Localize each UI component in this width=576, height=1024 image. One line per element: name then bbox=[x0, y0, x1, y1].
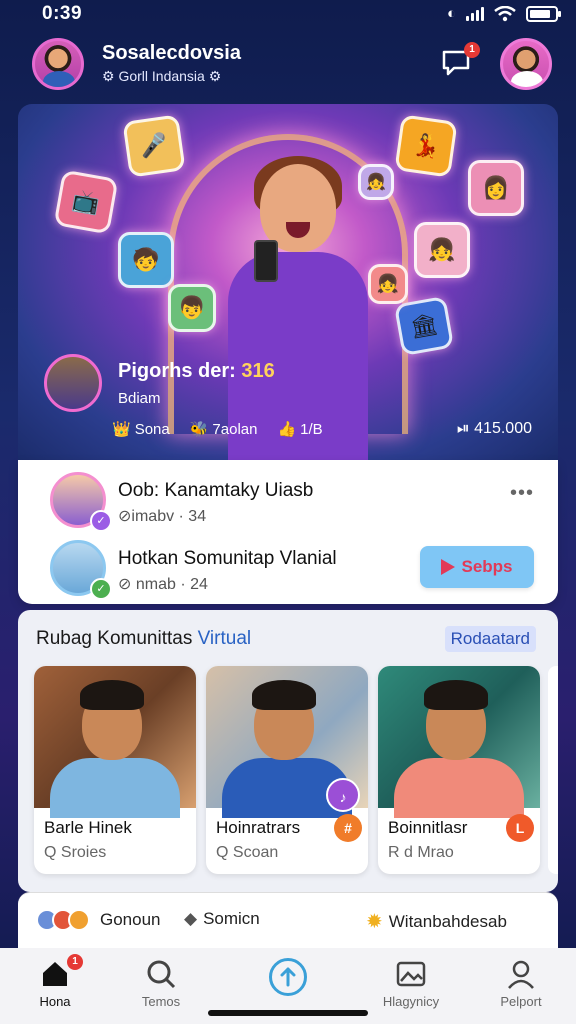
media-tile-icon: 👧 bbox=[414, 222, 470, 278]
play-button-label: Sebps bbox=[461, 557, 513, 576]
status-icons: ◐ bbox=[446, 5, 561, 22]
privacy-icon: ◐ bbox=[446, 5, 456, 22]
see-all-link[interactable]: Rodaatard bbox=[444, 626, 536, 652]
status-time: 0:39 bbox=[42, 3, 83, 24]
video-card[interactable]: Barle Hinek Q Sroies bbox=[34, 666, 196, 874]
search-icon bbox=[147, 960, 176, 989]
signal-icon bbox=[466, 6, 484, 21]
person-icon bbox=[508, 960, 534, 989]
media-tile-icon: 🎤 bbox=[122, 114, 186, 178]
upload-icon bbox=[280, 967, 296, 987]
video-card[interactable]: ♪ Hoinratrars Q Scoan # bbox=[206, 666, 368, 874]
orange-badge-icon: # bbox=[334, 814, 362, 842]
video-card-title: Boinnitlasr bbox=[388, 818, 468, 837]
orange-badge-icon: L bbox=[506, 814, 534, 842]
community-list: ✓ Oob: Kanamtaky Uiasb ⊘imabv · 34 ••• ✓… bbox=[18, 460, 558, 604]
media-tile-icon: 👦 bbox=[168, 284, 216, 332]
battery-icon bbox=[526, 5, 561, 22]
tab-label: Hona bbox=[39, 994, 71, 1009]
video-card-meta: Q Scoan bbox=[216, 844, 279, 861]
strip-label: Somicn bbox=[203, 909, 260, 928]
hero-stats: 👑 Sona 🐝 7aolan 👍 1/B bbox=[112, 420, 323, 438]
tab-search[interactable]: Temos bbox=[116, 958, 206, 1009]
video-card[interactable]: Boinnitlasr R d Mrao L bbox=[378, 666, 540, 874]
activity-strip: Gonoun ◆ Somicn ✹ Witanbahdesab bbox=[18, 892, 558, 948]
media-tile-icon: 📺 bbox=[53, 169, 119, 235]
status-bar: 0:39 ◐ bbox=[0, 0, 576, 28]
video-card-meta: Q Sroies bbox=[44, 844, 107, 861]
verified-badge-icon: ✓ bbox=[90, 578, 112, 600]
media-tile-icon: 🧒 bbox=[118, 232, 174, 288]
tab-profile[interactable]: Pelport bbox=[476, 958, 566, 1009]
tab-create[interactable] bbox=[243, 958, 333, 1000]
hero-label: Pigorhs der: 316 bbox=[118, 360, 275, 382]
profile-avatar[interactable] bbox=[32, 38, 84, 90]
app-title: Sosalecdovsia bbox=[102, 42, 241, 64]
home-indicator[interactable] bbox=[208, 1010, 368, 1016]
tab-label: Pelport bbox=[500, 994, 542, 1009]
media-tile-icon: 💃 bbox=[394, 114, 458, 178]
section-title: Rubag Komunittas Virtual bbox=[36, 628, 252, 649]
more-options-button[interactable]: ••• bbox=[510, 482, 534, 505]
hero-subtitle: Bdiam bbox=[118, 390, 161, 407]
header: Sosalecdovsia ⚙ Gorll Indansia ⚙ 1 bbox=[0, 36, 576, 96]
stat-item: 👍 1/B bbox=[277, 421, 323, 438]
strip-label: Gonoun bbox=[100, 910, 161, 929]
virtual-community-section: Rubag Komunittas Virtual Rodaatard Barle… bbox=[18, 610, 558, 892]
phone-icon bbox=[254, 240, 278, 282]
list-item[interactable]: ✓ Hotkan Somunitap Vlanial ⊘ nmab · 24 S… bbox=[18, 532, 558, 600]
media-tile-icon: 👧 bbox=[368, 264, 408, 304]
friend-avatars bbox=[36, 909, 90, 931]
list-item-title: Oob: Kanamtaky Uiasb bbox=[118, 480, 314, 501]
list-item-meta: ⊘imabv · 34 bbox=[118, 508, 207, 525]
app-subtitle: ⚙ Gorll Indansia ⚙ bbox=[102, 68, 222, 84]
video-card-peek[interactable] bbox=[548, 666, 558, 874]
home-badge: 1 bbox=[67, 954, 83, 970]
strip-item-comment[interactable]: ◆ Somicn bbox=[184, 909, 260, 929]
list-item[interactable]: ✓ Oob: Kanamtaky Uiasb ⊘imabv · 34 ••• bbox=[18, 464, 558, 532]
play-icon bbox=[441, 559, 456, 575]
live-badge-icon: ✓ bbox=[90, 510, 112, 532]
hero-person bbox=[228, 156, 368, 460]
comment-icon: ◆ bbox=[184, 909, 198, 928]
tab-home[interactable]: 1 Hona bbox=[10, 954, 100, 1009]
hero-banner[interactable]: 🎤 📺 🧒 👦 💃 👩 👧 🏛 👧 👧 Pigorhs der: 316 Bdi… bbox=[18, 104, 558, 460]
view-count: ⏯ 415.000 bbox=[456, 420, 532, 437]
video-card-title: Hoinratrars bbox=[216, 818, 301, 837]
video-card-title: Barle Hinek bbox=[44, 818, 132, 837]
notification-badge: 1 bbox=[464, 42, 480, 58]
stat-item: 🐝 7aolan bbox=[189, 421, 258, 438]
media-tile-icon: 👩 bbox=[468, 160, 524, 216]
friend-avatar[interactable] bbox=[500, 38, 552, 90]
video-card-meta: R d Mrao bbox=[388, 844, 454, 861]
list-item-meta: ⊘ nmab · 24 bbox=[118, 576, 208, 593]
tab-label: Hlagynicy bbox=[382, 994, 440, 1009]
media-tile-icon: 🏛 bbox=[393, 295, 455, 357]
notification-button[interactable]: 1 bbox=[440, 42, 480, 80]
sun-badge-icon: ✹ bbox=[366, 911, 383, 933]
hero-thumbnail[interactable] bbox=[44, 354, 102, 412]
wifi-icon bbox=[494, 5, 516, 21]
strip-label: Witanbahdesab bbox=[388, 911, 507, 931]
strip-item-friends[interactable]: Gonoun bbox=[36, 909, 161, 931]
music-badge-icon: ♪ bbox=[326, 778, 360, 812]
stat-item: 👑 Sona bbox=[112, 421, 170, 438]
tab-gallery[interactable]: Hlagynicy bbox=[366, 958, 456, 1009]
tab-label: Temos bbox=[141, 994, 181, 1009]
list-item-title: Hotkan Somunitap Vlanial bbox=[118, 548, 337, 569]
image-icon bbox=[396, 961, 426, 987]
play-button[interactable]: Sebps bbox=[420, 546, 534, 588]
strip-item-award[interactable]: ✹ Witanbahdesab bbox=[366, 909, 507, 934]
